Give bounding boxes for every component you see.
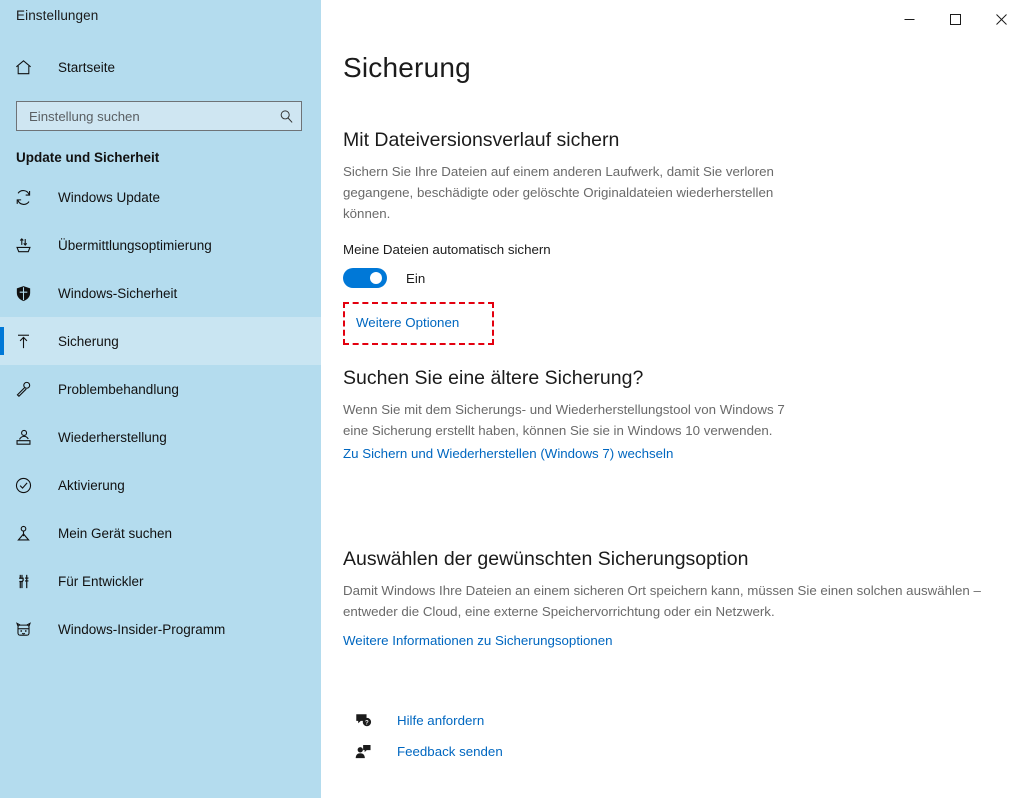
- sidebar-item-for-developers-label: Für Entwickler: [58, 574, 144, 589]
- auto-backup-toggle-row: Ein: [343, 268, 1000, 288]
- sidebar-item-windows-update-label: Windows Update: [58, 190, 160, 205]
- selection-indicator: [0, 327, 4, 355]
- home-icon: [14, 58, 44, 77]
- auto-backup-toggle[interactable]: [343, 268, 387, 288]
- delivery-optimization-icon: [14, 236, 44, 255]
- sidebar-item-activation-label: Aktivierung: [58, 478, 125, 493]
- file-history-section: Mit Dateiversionsverlauf sichern Sichern…: [343, 129, 1000, 345]
- backup-option-heading: Auswählen der gewünschten Sicherungsopti…: [343, 548, 1000, 571]
- sidebar-item-for-developers[interactable]: Für Entwickler: [0, 557, 321, 605]
- sidebar-item-recovery-label: Wiederherstellung: [58, 430, 167, 445]
- more-options-highlight: Weitere Optionen: [343, 302, 494, 345]
- file-history-heading: Mit Dateiversionsverlauf sichern: [343, 129, 1000, 152]
- sidebar-item-windows-update[interactable]: Windows Update: [0, 173, 321, 221]
- check-circle-icon: [14, 476, 44, 495]
- older-backup-description: Wenn Sie mit dem Sicherungs- und Wiederh…: [343, 399, 808, 441]
- search-icon[interactable]: [279, 109, 294, 124]
- main-content: Sicherung Mit Dateiversionsverlauf siche…: [321, 38, 1024, 798]
- feedback-person-icon: [354, 742, 384, 761]
- sidebar: Startseite Update und Sicherheit: [0, 38, 321, 798]
- sidebar-item-sicherung[interactable]: Sicherung: [0, 317, 321, 365]
- wrench-icon: [14, 380, 44, 399]
- sync-icon: [14, 188, 44, 207]
- sidebar-item-activation[interactable]: Aktivierung: [0, 461, 321, 509]
- toggle-knob: [370, 272, 382, 284]
- sidebar-item-troubleshoot[interactable]: Problembehandlung: [0, 365, 321, 413]
- developer-tools-icon: [14, 572, 44, 591]
- page-title: Sicherung: [343, 52, 1000, 84]
- sidebar-category-title: Update und Sicherheit: [16, 150, 321, 165]
- backup-options-info-link[interactable]: Weitere Informationen zu Sicherungsoptio…: [343, 633, 613, 648]
- title-bar: Einstellungen: [0, 0, 1024, 38]
- get-help-row[interactable]: ? Hilfe anfordern: [354, 705, 1000, 736]
- sidebar-item-troubleshoot-label: Problembehandlung: [58, 382, 179, 397]
- close-icon: [996, 14, 1007, 25]
- backup-option-section: Auswählen der gewünschten Sicherungsopti…: [343, 548, 1000, 650]
- search-input[interactable]: [27, 103, 279, 129]
- older-backup-heading: Suchen Sie eine ältere Sicherung?: [343, 367, 1000, 390]
- more-options-link[interactable]: Weitere Optionen: [356, 315, 459, 330]
- get-help-label[interactable]: Hilfe anfordern: [397, 713, 484, 728]
- auto-backup-toggle-state: Ein: [406, 271, 425, 286]
- older-backup-section: Suchen Sie eine ältere Sicherung? Wenn S…: [343, 367, 1000, 463]
- windows7-backup-link[interactable]: Zu Sichern und Wiederherstellen (Windows…: [343, 446, 673, 461]
- sidebar-item-delivery-optimization-label: Übermittlungsoptimierung: [58, 238, 212, 253]
- window-controls: [886, 0, 1024, 38]
- sidebar-nav-list: Windows Update Übermittlungsoptimierung: [0, 173, 321, 653]
- send-feedback-label[interactable]: Feedback senden: [397, 744, 503, 759]
- sidebar-item-windows-insider[interactable]: Windows-Insider-Programm: [0, 605, 321, 653]
- sidebar-item-sicherung-label: Sicherung: [58, 334, 119, 349]
- upload-arrow-icon: [14, 332, 44, 351]
- close-button[interactable]: [978, 0, 1024, 38]
- sidebar-item-windows-security-label: Windows-Sicherheit: [58, 286, 177, 301]
- minimize-icon: [904, 14, 915, 25]
- minimize-button[interactable]: [886, 0, 932, 38]
- find-device-icon: [14, 524, 44, 543]
- sidebar-item-find-my-device[interactable]: Mein Gerät suchen: [0, 509, 321, 557]
- sidebar-item-recovery[interactable]: Wiederherstellung: [0, 413, 321, 461]
- sidebar-item-find-my-device-label: Mein Gerät suchen: [58, 526, 172, 541]
- sidebar-item-windows-security[interactable]: Windows-Sicherheit: [0, 269, 321, 317]
- maximize-icon: [950, 14, 961, 25]
- file-history-description: Sichern Sie Ihre Dateien auf einem ander…: [343, 161, 808, 224]
- search-box[interactable]: [16, 101, 302, 131]
- footer-links: ? Hilfe anfordern Feedback senden: [343, 705, 1000, 767]
- sidebar-item-home-label: Startseite: [58, 60, 115, 75]
- auto-backup-label: Meine Dateien automatisch sichern: [343, 242, 1000, 257]
- sidebar-item-delivery-optimization[interactable]: Übermittlungsoptimierung: [0, 221, 321, 269]
- sidebar-item-home[interactable]: Startseite: [0, 47, 321, 87]
- shield-icon: [14, 284, 44, 303]
- app-title: Einstellungen: [16, 8, 98, 23]
- recovery-icon: [14, 428, 44, 447]
- send-feedback-row[interactable]: Feedback senden: [354, 736, 1000, 767]
- ninjacat-icon: [14, 620, 44, 639]
- sidebar-item-windows-insider-label: Windows-Insider-Programm: [58, 622, 225, 637]
- backup-option-description: Damit Windows Ihre Dateien an einem sich…: [343, 580, 1000, 622]
- title-bar-left-fill: [0, 0, 321, 38]
- svg-text:?: ?: [365, 719, 369, 726]
- help-bubble-icon: ?: [354, 711, 384, 730]
- maximize-button[interactable]: [932, 0, 978, 38]
- settings-window: Einstellungen: [0, 0, 1024, 798]
